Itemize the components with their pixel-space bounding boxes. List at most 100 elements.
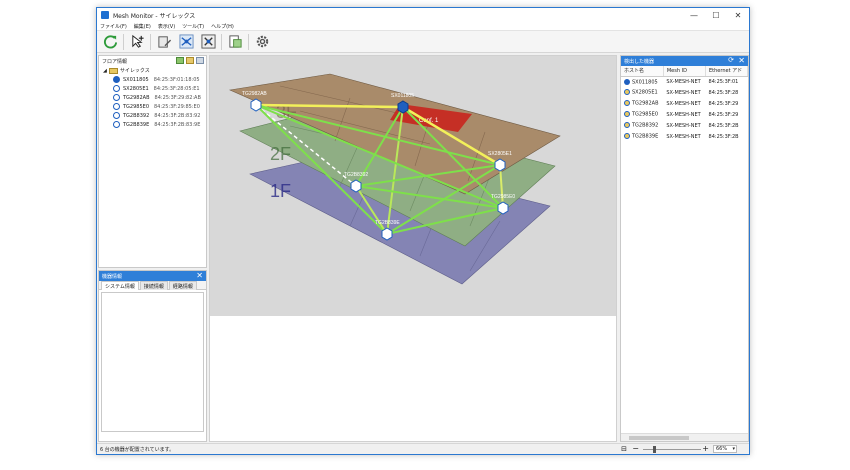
- node-icon: [624, 122, 630, 129]
- menu-view[interactable]: 表示(V): [158, 23, 175, 30]
- window-title: Mesh Monitor - サイレックス: [113, 12, 196, 20]
- close-icon[interactable]: ✕: [738, 56, 745, 65]
- device-info-panel: 機器情報 ✕ システム情報 接続情報 経路情報: [98, 270, 207, 442]
- refresh-icon: [103, 35, 117, 49]
- network-link-icon: [178, 34, 194, 49]
- table-row[interactable]: SX2805E1 SX-MESH-NET 84:25:3F:28: [621, 87, 748, 98]
- settings-icon: [256, 35, 268, 48]
- zoom-fit-icon[interactable]: ⊟: [621, 445, 627, 453]
- root-node-icon: [113, 76, 120, 83]
- floor-label-2f: 2F: [270, 144, 291, 164]
- fit-view-button[interactable]: [199, 33, 217, 51]
- table-row[interactable]: TG2982AB SX-MESH-NET 84:25:3F:29: [621, 98, 748, 109]
- eth-cell: 84:25:3F:29: [708, 100, 739, 107]
- node-icon: [113, 85, 120, 92]
- network-link-button[interactable]: [177, 33, 195, 51]
- table-row[interactable]: TG2B839E SX-MESH-NET 84:25:3F:2B: [621, 131, 748, 142]
- node-icon: [113, 112, 120, 119]
- expand-arrow-icon[interactable]: ◢: [103, 68, 107, 74]
- settings-button[interactable]: [253, 33, 271, 51]
- zoom-slider-thumb[interactable]: [653, 446, 656, 453]
- app-icon: [101, 11, 109, 19]
- menu-file[interactable]: ファイル(F): [100, 23, 127, 30]
- menu-edit[interactable]: 編集(E): [134, 23, 151, 30]
- map-view[interactable]: Conf. 1 3F 2F 1F: [210, 56, 616, 316]
- zoom-slider[interactable]: [643, 446, 701, 453]
- device-mac: 84:25:3F:01:18:05: [153, 76, 200, 83]
- device-mac: 84:25:3F:29:82:AB: [154, 94, 201, 101]
- scrollbar-thumb[interactable]: [629, 436, 689, 440]
- host-cell: TG2B839E: [621, 131, 663, 142]
- column-mesh-id[interactable]: Mesh ID: [663, 66, 707, 77]
- tab-connection-info[interactable]: 接続情報: [139, 281, 168, 290]
- edit-floor-icon[interactable]: [186, 57, 194, 64]
- detected-panel-header: 検出した機器 ⟳ ✕: [621, 56, 748, 66]
- tab-route-info[interactable]: 経路情報: [168, 281, 197, 290]
- mesh-cell: SX-MESH-NET: [666, 133, 701, 140]
- tree-device[interactable]: TG2B839E 84:25:3F:2B:83:9E: [113, 120, 206, 129]
- host-name: SX2805E1: [632, 89, 658, 96]
- app-window: Mesh Monitor - サイレックス — ☐ ✕ ファイル(F) 編集(E…: [96, 7, 750, 455]
- eth-cell: 84:25:3F:29: [708, 111, 739, 118]
- root-node-icon: [624, 78, 630, 85]
- minimize-button[interactable]: —: [683, 8, 705, 22]
- status-bar: 6 台の機器が配置されています。 ⊟ − + 66% ▾: [97, 443, 749, 454]
- menu-bar: ファイル(F) 編集(E) 表示(V) ツール(T) ヘルプ(H): [97, 22, 749, 31]
- table-row[interactable]: TG2985E0 SX-MESH-NET 84:25:3F:29: [621, 109, 748, 120]
- close-icon[interactable]: ✕: [196, 271, 203, 280]
- mesh-cell: SX-MESH-NET: [666, 122, 701, 129]
- mesh-cell: SX-MESH-NET: [666, 89, 701, 96]
- tree-device[interactable]: SX2805E1 84:25:3F:28:05:E1: [113, 84, 206, 93]
- delete-floor-icon[interactable]: [196, 57, 204, 64]
- report-button[interactable]: [226, 33, 244, 51]
- device-mac: 84:25:3F:28:05:E1: [153, 85, 200, 92]
- mesh-cell: SX-MESH-NET: [666, 78, 701, 85]
- node-icon: [624, 89, 630, 96]
- column-ethernet[interactable]: Ethernet アド: [705, 66, 748, 77]
- tree-device[interactable]: TG2B8392 84:25:3F:2B:83:92: [113, 111, 206, 120]
- device-tree: SX011805 84:25:3F:01:18:05 SX2805E1 84:2…: [99, 75, 206, 129]
- tree-device[interactable]: TG2982AB 84:25:3F:29:82:AB: [113, 93, 206, 102]
- folder-icon: [108, 67, 118, 74]
- node-label: TG2985E0: [491, 194, 515, 200]
- refresh-button[interactable]: [101, 33, 119, 51]
- menu-tools[interactable]: ツール(T): [182, 23, 204, 30]
- column-host[interactable]: ホスト名: [621, 66, 664, 77]
- node-icon: [113, 103, 120, 110]
- title-bar: Mesh Monitor - サイレックス — ☐ ✕: [97, 8, 749, 22]
- maximize-button[interactable]: ☐: [705, 8, 727, 22]
- floor-edit-button[interactable]: [155, 33, 173, 51]
- host-cell: SX011805: [621, 76, 663, 87]
- device-name: TG2B8392: [123, 112, 150, 119]
- host-name: SX011805: [632, 79, 658, 85]
- zoom-in-button[interactable]: +: [702, 444, 709, 453]
- eth-cell: 84:25:3F:2B: [708, 122, 739, 129]
- device-mac: 84:25:3F:29:85:E0: [154, 103, 200, 110]
- menu-help[interactable]: ヘルプ(H): [211, 23, 234, 30]
- tab-system-info[interactable]: システム情報: [101, 281, 139, 290]
- zoom-select[interactable]: 66% ▾: [713, 445, 737, 453]
- floor-edit-icon: [157, 36, 171, 48]
- tree-device[interactable]: SX011805 84:25:3F:01:18:05: [113, 75, 206, 84]
- tree-root[interactable]: ◢ サイレックス: [99, 66, 206, 75]
- node-label: SX2805E1: [488, 151, 512, 157]
- map-canvas[interactable]: Conf. 1 3F 2F 1F: [209, 55, 617, 442]
- table-row[interactable]: TG2B8392 SX-MESH-NET 84:25:3F:2B: [621, 120, 748, 131]
- add-floor-icon[interactable]: [176, 57, 184, 64]
- refresh-icon[interactable]: ⟳: [728, 56, 734, 64]
- add-device-button[interactable]: [128, 33, 146, 51]
- node-label: TG2B8392: [344, 172, 368, 178]
- close-button[interactable]: ✕: [727, 8, 749, 22]
- report-icon: [228, 35, 242, 48]
- table-row[interactable]: SX011805 SX-MESH-NET 84:25:3F:01: [621, 76, 748, 87]
- node-label: SX011805: [391, 93, 414, 99]
- tree-device[interactable]: TG2985E0 84:25:3F:29:85:E0: [113, 102, 206, 111]
- host-name: TG2B839E: [632, 133, 659, 140]
- floor-panel-title: フロア情報: [102, 58, 128, 65]
- detected-devices-panel: 検出した機器 ⟳ ✕ ホスト名 Mesh ID Ethernet アド SX01…: [620, 55, 749, 442]
- table-header-row: ホスト名 Mesh ID Ethernet アド: [621, 66, 748, 77]
- zoom-out-button[interactable]: −: [632, 444, 639, 453]
- device-info-title: 機器情報: [102, 273, 123, 280]
- horizontal-scrollbar[interactable]: [621, 433, 748, 441]
- mesh-cell: SX-MESH-NET: [666, 111, 701, 118]
